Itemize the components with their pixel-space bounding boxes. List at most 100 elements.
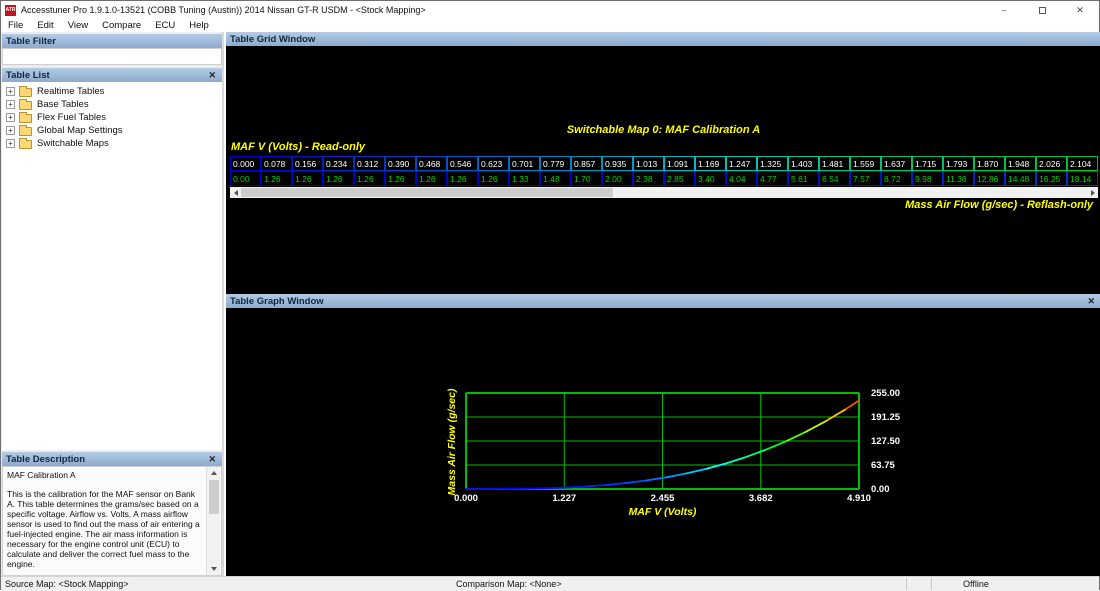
grid-axis-cell[interactable]: 1.559 bbox=[850, 156, 881, 171]
menu-ecu[interactable]: ECU bbox=[148, 20, 182, 31]
table-list-header: Table List ✕ bbox=[2, 68, 222, 82]
grid-axis-cell[interactable]: 0.701 bbox=[509, 156, 540, 171]
grid-axis-cell[interactable]: 2.026 bbox=[1036, 156, 1067, 171]
table-list-tree: +Realtime Tables+Base Tables+Flex Fuel T… bbox=[2, 82, 222, 450]
grid-axis-cell[interactable]: 1.403 bbox=[788, 156, 819, 171]
expand-icon[interactable]: + bbox=[6, 139, 15, 148]
grid-axis-cell[interactable]: 0.546 bbox=[447, 156, 478, 171]
table-description-title: Table Description bbox=[6, 454, 85, 465]
grid-axis-cell[interactable]: 0.000 bbox=[230, 156, 261, 171]
grid-data-cell[interactable]: 2.38 bbox=[633, 171, 664, 186]
tree-item-global-map-settings[interactable]: +Global Map Settings bbox=[2, 124, 222, 137]
grid-axis-cell[interactable]: 1.715 bbox=[912, 156, 943, 171]
grid-axis-cell[interactable]: 1.091 bbox=[664, 156, 695, 171]
grid-axis-cell[interactable]: 0.390 bbox=[385, 156, 416, 171]
grid-data-cell[interactable]: 1.33 bbox=[509, 171, 540, 186]
table-graph-area: MAF V (Volts) Mass Air Flow (g/sec) 255.… bbox=[226, 308, 1100, 576]
folder-icon bbox=[19, 114, 32, 123]
grid-axis-cell[interactable]: 1.793 bbox=[943, 156, 974, 171]
maximize-button[interactable] bbox=[1023, 1, 1061, 19]
grid-data-cell[interactable]: 1.26 bbox=[478, 171, 509, 186]
grid-data-cell[interactable]: 1.26 bbox=[447, 171, 478, 186]
tree-item-switchable-maps[interactable]: +Switchable Maps bbox=[2, 137, 222, 150]
grid-axis-cell[interactable]: 0.935 bbox=[602, 156, 633, 171]
grid-data-cell[interactable]: 6.54 bbox=[819, 171, 850, 186]
grid-data-cell[interactable]: 1.26 bbox=[416, 171, 447, 186]
expand-icon[interactable]: + bbox=[6, 87, 15, 96]
grid-data-cell[interactable]: 1.26 bbox=[292, 171, 323, 186]
grid-data-cell[interactable]: 16.25 bbox=[1036, 171, 1067, 186]
table-filter-title: Table Filter bbox=[6, 36, 56, 47]
table-description-close-icon[interactable]: ✕ bbox=[208, 453, 216, 465]
grid-axis-cell[interactable]: 0.857 bbox=[571, 156, 602, 171]
menu-edit[interactable]: Edit bbox=[30, 20, 60, 31]
scroll-left-icon[interactable] bbox=[230, 187, 241, 198]
grid-data-cell[interactable]: 4.77 bbox=[757, 171, 788, 186]
scroll-right-icon[interactable] bbox=[1087, 187, 1098, 198]
app-window: ATR Accesstuner Pro 1.9.1.0-13521 (COBB … bbox=[0, 0, 1100, 590]
grid-data-cell[interactable]: 1.26 bbox=[385, 171, 416, 186]
close-button[interactable]: ✕ bbox=[1061, 1, 1099, 19]
expand-icon[interactable]: + bbox=[6, 113, 15, 122]
grid-axis-cell[interactable]: 0.234 bbox=[323, 156, 354, 171]
grid-data-cell[interactable]: 3.40 bbox=[695, 171, 726, 186]
grid-data-cell[interactable]: 9.98 bbox=[912, 171, 943, 186]
grid-axis-cell[interactable]: 0.623 bbox=[478, 156, 509, 171]
grid-axis-cell[interactable]: 1.247 bbox=[726, 156, 757, 171]
grid-axis-cell[interactable]: 1.169 bbox=[695, 156, 726, 171]
grid-axis-cell[interactable]: 1.637 bbox=[881, 156, 912, 171]
table-grid-window-header: Table Grid Window bbox=[226, 32, 1100, 46]
grid-data-cell[interactable]: 14.48 bbox=[1005, 171, 1036, 186]
menu-compare[interactable]: Compare bbox=[95, 20, 148, 31]
grid-axis-cell[interactable]: 2.104 bbox=[1067, 156, 1098, 171]
tree-item-flex-fuel-tables[interactable]: + Flex Fuel Tables bbox=[2, 111, 222, 124]
expand-icon[interactable]: + bbox=[6, 100, 15, 109]
grid-axis-cell[interactable]: 0.078 bbox=[261, 156, 292, 171]
description-scrollbar-thumb[interactable] bbox=[209, 480, 219, 514]
grid-data-cell[interactable]: 11.36 bbox=[943, 171, 974, 186]
table-grid-window-title: Table Grid Window bbox=[230, 34, 315, 45]
grid-data-cell[interactable]: 1.70 bbox=[571, 171, 602, 186]
grid-data-cell[interactable]: 12.86 bbox=[974, 171, 1005, 186]
grid-data-cell[interactable]: 0.00 bbox=[230, 171, 261, 186]
grid-data-cell[interactable]: 5.61 bbox=[788, 171, 819, 186]
grid-axis-cell[interactable]: 0.468 bbox=[416, 156, 447, 171]
grid-axis-cell[interactable]: 1.325 bbox=[757, 156, 788, 171]
grid-axis-cell[interactable]: 0.156 bbox=[292, 156, 323, 171]
tree-item-label: Realtime Tables bbox=[37, 86, 104, 97]
tree-item-realtime-tables[interactable]: + Realtime Tables bbox=[2, 85, 222, 98]
grid-axis-cell[interactable]: 0.779 bbox=[540, 156, 571, 171]
grid-data-cell[interactable]: 18.14 bbox=[1067, 171, 1098, 186]
grid-axis-cell[interactable]: 0.312 bbox=[354, 156, 385, 171]
menu-file[interactable]: File bbox=[1, 20, 30, 31]
description-scrollbar[interactable] bbox=[206, 467, 220, 575]
grid-axis-cell[interactable]: 1.013 bbox=[633, 156, 664, 171]
grid-scrollbar-thumb[interactable] bbox=[241, 188, 613, 197]
grid-data-cell[interactable]: 7.57 bbox=[850, 171, 881, 186]
scroll-down-icon[interactable] bbox=[207, 563, 221, 575]
grid-data-cell[interactable]: 2.00 bbox=[602, 171, 633, 186]
table-graph-close-icon[interactable]: ✕ bbox=[1087, 295, 1095, 307]
grid-data-cell[interactable]: 1.26 bbox=[323, 171, 354, 186]
grid-data-cell[interactable]: 1.26 bbox=[354, 171, 385, 186]
minimize-button[interactable]: – bbox=[985, 1, 1023, 19]
grid-data-cell[interactable]: 8.72 bbox=[881, 171, 912, 186]
table-list-close-icon[interactable]: ✕ bbox=[208, 69, 216, 81]
tree-item-label: Flex Fuel Tables bbox=[37, 112, 106, 123]
grid-data-cell[interactable]: 1.26 bbox=[261, 171, 292, 186]
menu-help[interactable]: Help bbox=[182, 20, 216, 31]
tree-item-base-tables[interactable]: +Base Tables bbox=[2, 98, 222, 111]
maf-curve-plot bbox=[466, 393, 859, 489]
table-filter-input[interactable] bbox=[2, 48, 222, 65]
switchable-map-title: Switchable Map 0: MAF Calibration A bbox=[226, 124, 1100, 136]
scroll-up-icon[interactable] bbox=[207, 467, 221, 479]
expand-icon[interactable]: + bbox=[6, 126, 15, 135]
grid-axis-cell[interactable]: 1.870 bbox=[974, 156, 1005, 171]
menu-view[interactable]: View bbox=[61, 20, 95, 31]
grid-horizontal-scrollbar[interactable] bbox=[230, 187, 1098, 198]
grid-axis-cell[interactable]: 1.948 bbox=[1005, 156, 1036, 171]
grid-axis-cell[interactable]: 1.481 bbox=[819, 156, 850, 171]
grid-data-cell[interactable]: 2.85 bbox=[664, 171, 695, 186]
grid-data-cell[interactable]: 4.04 bbox=[726, 171, 757, 186]
grid-data-cell[interactable]: 1.48 bbox=[540, 171, 571, 186]
